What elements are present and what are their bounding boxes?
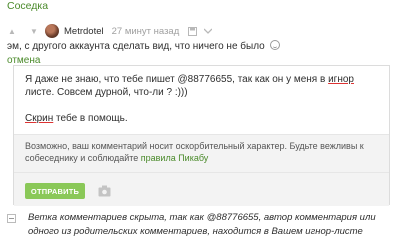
save-icon[interactable]	[187, 26, 197, 36]
hidden-thread-notice: Ветка комментариев скрыта, так как @8877…	[7, 211, 397, 239]
parent-post-link[interactable]: Соседка	[7, 0, 48, 14]
comment-header: ▲ ▼ Metrdotel 27 минут назад	[7, 22, 219, 40]
reply-line-2: Скрин тебе в помощь.	[25, 113, 128, 124]
collapse-icon[interactable]	[7, 214, 16, 223]
misspelled-word: Скрин	[25, 113, 54, 124]
comment-author[interactable]: Metrdotel	[64, 26, 104, 37]
avatar[interactable]	[45, 24, 59, 38]
send-button[interactable]: ОТПРАВИТЬ	[25, 183, 85, 199]
vote-up-icon[interactable]: ▲	[7, 26, 17, 36]
vote-down-icon[interactable]: ▼	[29, 26, 39, 36]
more-icon[interactable]	[203, 26, 213, 36]
hidden-thread-text: Ветка комментариев скрыта, так как @8877…	[28, 212, 376, 237]
smile-icon	[269, 40, 280, 50]
comment-body: эм, с другого аккаунта сделать вид, что …	[7, 40, 397, 53]
offensive-warning: Возможно, ваш комментарий носит оскорбит…	[14, 134, 389, 172]
reply-footer: ОТПРАВИТЬ	[14, 172, 389, 206]
camera-icon[interactable]	[98, 184, 111, 197]
reply-editor[interactable]: Я даже не знаю, что тебе пишет @88776655…	[14, 66, 389, 134]
comment-text: эм, с другого аккаунта сделать вид, что …	[7, 41, 265, 52]
reply-line-1: Я даже не знаю, что тебе пишет @88776655…	[25, 74, 354, 98]
reply-form: Я даже не знаю, что тебе пишет @88776655…	[13, 65, 390, 206]
rules-link[interactable]: правила Пикабу	[141, 153, 209, 163]
comment-time[interactable]: 27 минут назад	[112, 26, 180, 37]
misspelled-word: игнор	[328, 74, 354, 85]
